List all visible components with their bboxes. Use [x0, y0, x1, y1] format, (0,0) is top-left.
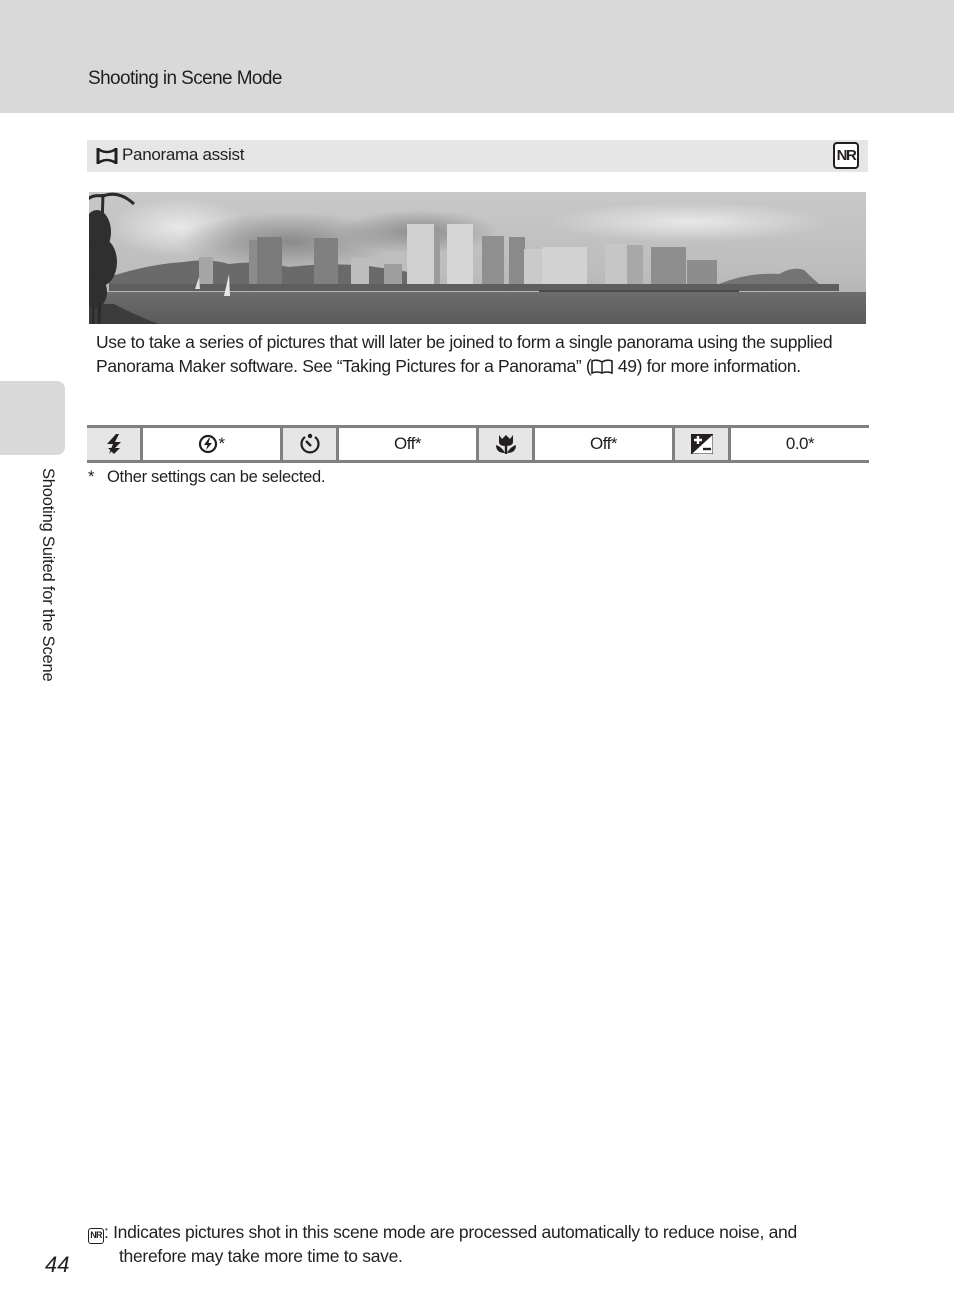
noise-reduction-badge: NR: [833, 142, 859, 169]
section-heading-bar: Panorama assist NR: [87, 140, 868, 172]
footnote: * Other settings can be selected.: [88, 468, 325, 487]
note-text-1: : Indicates pictures shot in this scene …: [104, 1222, 797, 1242]
exposure-compensation-header: [675, 428, 731, 460]
book-reference-icon: [591, 357, 614, 374]
default-settings-table: * Off* Off* 0.0*: [87, 425, 869, 463]
chapter-tab: [0, 381, 65, 455]
exposure-compensation-value: 0.0*: [785, 434, 815, 453]
scene-description: Use to take a series of pictures that wi…: [96, 331, 866, 378]
flash-off-icon: [198, 434, 218, 454]
page-header-title: Shooting in Scene Mode: [88, 68, 282, 89]
description-text-continued: 49) for more information.: [613, 355, 801, 376]
panorama-photo: [89, 192, 866, 324]
page-number: 44: [45, 1252, 70, 1277]
section-title: Panorama assist: [122, 145, 245, 164]
footnote-marker: *: [88, 468, 95, 486]
footnote-text: Other settings can be selected.: [107, 468, 326, 486]
note-text-2: therefore may take more time to save.: [119, 1246, 403, 1266]
macro-mode-value: Off*: [535, 428, 675, 460]
self-timer-value: Off*: [339, 428, 479, 460]
macro-mode-header: [479, 428, 535, 460]
self-timer-icon: [299, 433, 321, 455]
noise-reduction-note: NR: Indicates pictures shot in this scen…: [88, 1220, 868, 1268]
flash-mode-header: [87, 428, 143, 460]
flash-mode-icon: [105, 434, 123, 454]
panorama-assist-icon: [96, 146, 118, 166]
chapter-side-label: Shooting Suited for the Scene: [39, 468, 57, 682]
flash-mode-value: *: [143, 428, 283, 460]
self-timer-header: [283, 428, 339, 460]
note-line-1: NR: Indicates pictures shot in this scen…: [88, 1220, 868, 1244]
flash-mode-asterisk: *: [218, 434, 225, 453]
macro-mode-icon: [494, 433, 518, 455]
exposure-compensation-icon: [690, 434, 713, 454]
noise-reduction-small-icon: NR: [88, 1228, 104, 1244]
header-band: Shooting in Scene Mode: [0, 0, 954, 113]
